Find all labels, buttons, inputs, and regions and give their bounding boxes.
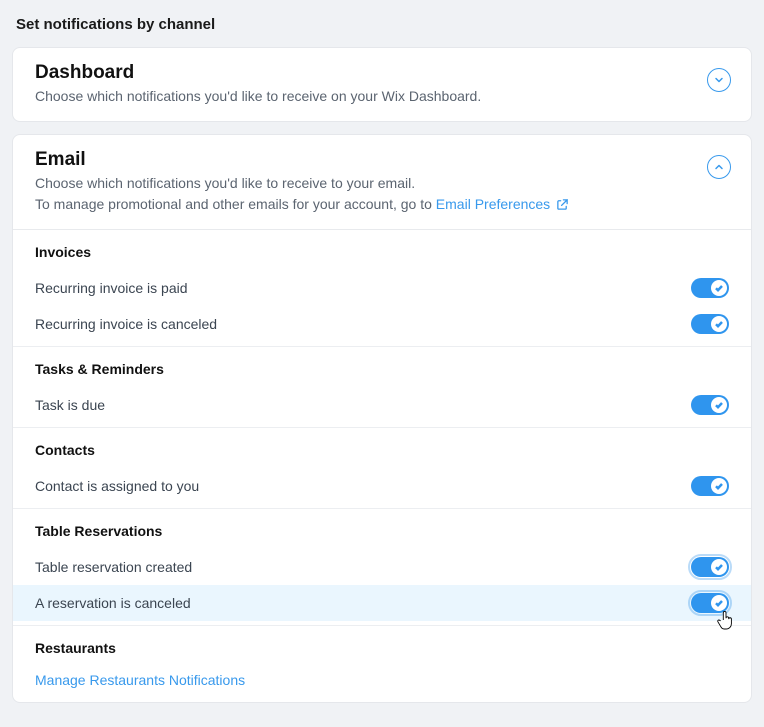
dashboard-desc: Choose which notifications you'd like to…: [35, 86, 707, 107]
toggle-contact-assigned[interactable]: [691, 476, 729, 496]
row-label: Contact is assigned to you: [35, 478, 199, 494]
row-label: Task is due: [35, 397, 105, 413]
manage-restaurants-link[interactable]: Manage Restaurants Notifications: [35, 666, 245, 702]
check-icon: [714, 283, 724, 293]
row-contact-assigned: Contact is assigned to you: [13, 468, 751, 504]
section-title-tasks: Tasks & Reminders: [35, 361, 729, 377]
page-title: Set notifications by channel: [16, 16, 752, 33]
email-desc-line1: Choose which notifications you'd like to…: [35, 175, 415, 191]
section-invoices: Invoices Recurring invoice is paid Recur…: [13, 230, 751, 347]
row-label: Recurring invoice is paid: [35, 280, 188, 296]
row-task-is-due: Task is due: [13, 387, 751, 423]
email-collapse-button[interactable]: [707, 155, 731, 179]
section-title-restaurants: Restaurants: [35, 640, 729, 656]
check-icon: [714, 319, 724, 329]
toggle-reservation-canceled[interactable]: [691, 593, 729, 613]
chevron-down-icon: [714, 75, 724, 85]
section-title-invoices: Invoices: [35, 244, 729, 260]
section-tasks: Tasks & Reminders Task is due: [13, 347, 751, 428]
section-contacts: Contacts Contact is assigned to you: [13, 428, 751, 509]
check-icon: [714, 562, 724, 572]
row-label: A reservation is canceled: [35, 595, 191, 611]
email-title: Email: [35, 149, 707, 171]
row-label: Table reservation created: [35, 559, 192, 575]
email-preferences-link[interactable]: Email Preferences: [436, 196, 569, 212]
toggle-recurring-invoice-canceled[interactable]: [691, 314, 729, 334]
dashboard-expand-button[interactable]: [707, 68, 731, 92]
section-restaurants: Restaurants Manage Restaurants Notificat…: [13, 626, 751, 702]
check-icon: [714, 598, 724, 608]
chevron-up-icon: [714, 162, 724, 172]
section-title-table-reservations: Table Reservations: [35, 523, 729, 539]
external-link-icon: [556, 198, 569, 211]
toggle-recurring-invoice-paid[interactable]: [691, 278, 729, 298]
section-title-contacts: Contacts: [35, 442, 729, 458]
section-table-reservations: Table Reservations Table reservation cre…: [13, 509, 751, 626]
row-recurring-invoice-canceled: Recurring invoice is canceled: [13, 306, 751, 342]
row-label: Recurring invoice is canceled: [35, 316, 217, 332]
row-table-reservation-created: Table reservation created: [13, 549, 751, 585]
email-desc: Choose which notifications you'd like to…: [35, 173, 707, 215]
dashboard-card: Dashboard Choose which notifications you…: [12, 47, 752, 122]
email-desc-line2-prefix: To manage promotional and other emails f…: [35, 196, 436, 212]
email-settings-body: Invoices Recurring invoice is paid Recur…: [13, 229, 751, 702]
dashboard-title: Dashboard: [35, 62, 707, 84]
email-card: Email Choose which notifications you'd l…: [12, 134, 752, 703]
toggle-table-reservation-created[interactable]: [691, 557, 729, 577]
row-reservation-canceled: A reservation is canceled: [13, 585, 751, 621]
check-icon: [714, 400, 724, 410]
toggle-task-is-due[interactable]: [691, 395, 729, 415]
check-icon: [714, 481, 724, 491]
row-recurring-invoice-paid: Recurring invoice is paid: [13, 270, 751, 306]
